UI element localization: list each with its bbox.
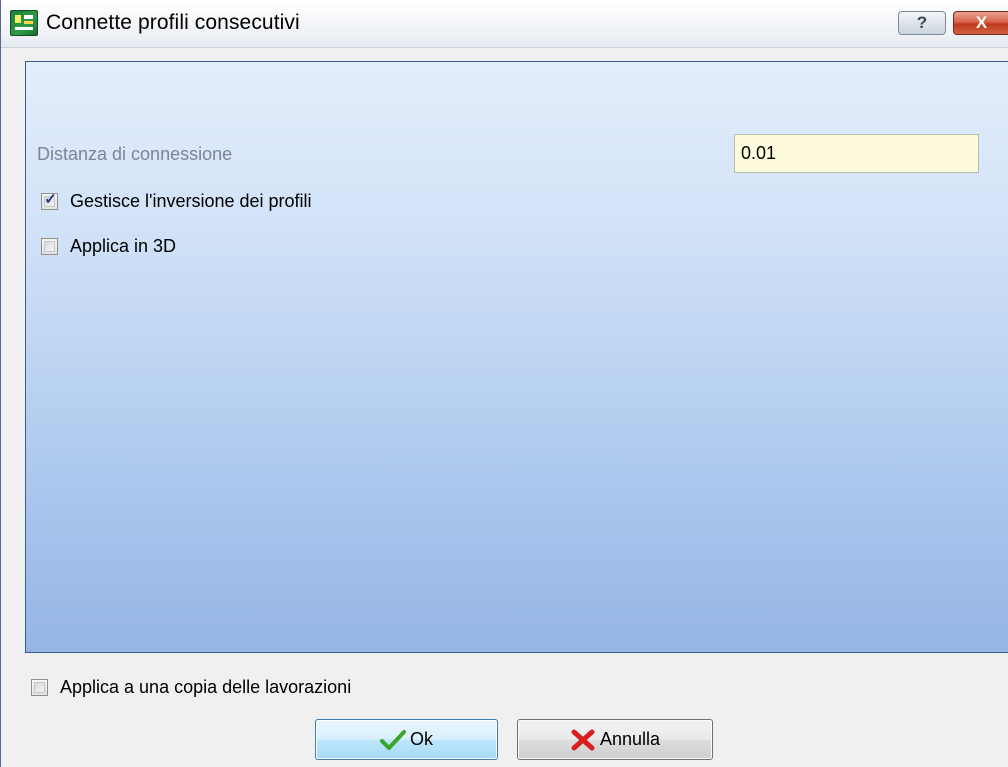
apply-copy-label: Applica a una copia delle lavorazioni [60,677,352,697]
manage-inversion-label: Gestisce l'inversione dei profili [70,191,312,211]
apply-copy-checkbox[interactable] [31,679,48,696]
apply-3d-label: Applica in 3D [70,236,177,256]
ok-button[interactable]: Ok [315,719,498,760]
help-icon: ? [916,13,928,32]
app-logo-icon [10,10,38,36]
close-icon: X [975,13,988,32]
window-title: Connette profili consecutivi [46,11,300,34]
cancel-label: Annulla [599,729,661,749]
red-x-icon [571,729,595,750]
apply-3d-option[interactable]: Applica in 3D [41,236,176,257]
help-button[interactable]: ? [898,11,946,35]
title-bar[interactable]: Connette profili consecutivi ? X [1,0,1008,48]
cancel-button[interactable]: Annulla [517,719,713,760]
green-check-icon [379,729,406,750]
distance-label: Distanza di connessione [37,144,233,164]
manage-inversion-option[interactable]: ✓ Gestisce l'inversione dei profili [41,191,312,212]
checkmark-icon: ✓ [44,191,57,208]
apply-3d-checkbox[interactable] [41,238,58,255]
manage-inversion-checkbox[interactable]: ✓ [41,191,58,210]
close-button[interactable]: X [953,11,1008,35]
distance-input[interactable] [734,134,979,173]
dialog-window: Connette profili consecutivi ? X Distanz… [0,0,1008,767]
ok-label: Ok [409,729,433,749]
apply-copy-option[interactable]: Applica a una copia delle lavorazioni [31,677,351,698]
